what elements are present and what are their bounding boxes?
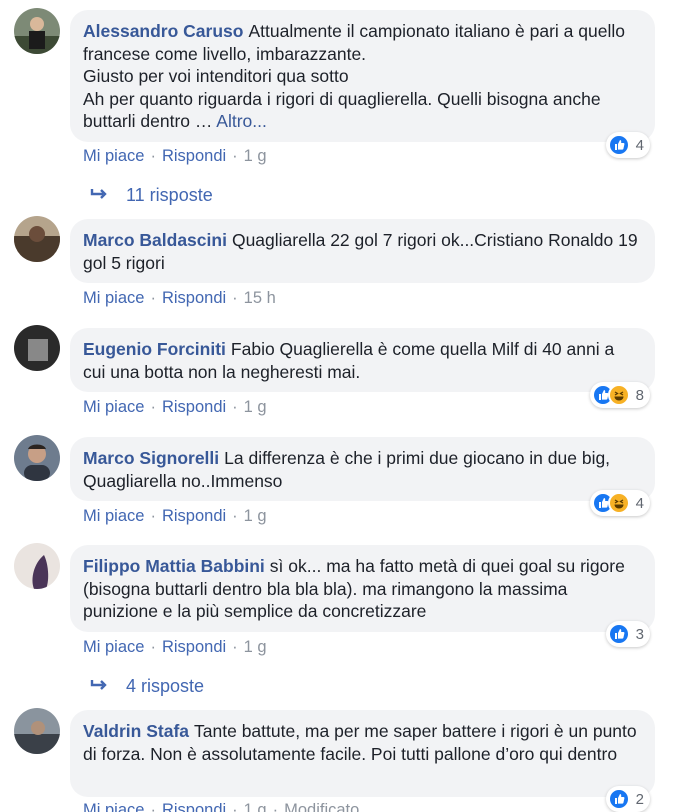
separator: · xyxy=(232,147,238,165)
like-reaction-icon xyxy=(607,788,630,810)
separator: · xyxy=(232,507,238,525)
separator: · xyxy=(150,147,156,165)
comment-actions: Mi piace · Rispondi · 1 g xyxy=(83,397,267,417)
avatar[interactable] xyxy=(14,325,60,371)
view-replies-link[interactable]: 11 risposte xyxy=(90,185,213,206)
like-button[interactable]: Mi piace xyxy=(83,398,144,416)
avatar[interactable] xyxy=(14,708,60,754)
separator: · xyxy=(150,801,156,812)
like-button[interactable]: Mi piace xyxy=(83,801,144,812)
separator: · xyxy=(272,801,279,812)
avatar[interactable] xyxy=(14,8,60,54)
see-more-link[interactable]: Altro... xyxy=(216,111,267,131)
comment-author[interactable]: Marco Signorelli xyxy=(83,448,219,468)
reply-button[interactable]: Rispondi xyxy=(162,638,226,656)
reaction-count: 3 xyxy=(635,625,644,643)
timestamp[interactable]: 1 g xyxy=(244,147,267,165)
comment-author[interactable]: Marco Baldascini xyxy=(83,230,227,250)
comment-actions: Mi piace · Rispondi · 1 g xyxy=(83,146,267,166)
timestamp[interactable]: 1 g xyxy=(244,638,267,656)
like-button[interactable]: Mi piace xyxy=(83,638,144,656)
comment-actions: Mi piace · Rispondi · 15 h xyxy=(83,288,276,308)
reply-button[interactable]: Rispondi xyxy=(162,801,226,812)
like-button[interactable]: Mi piace xyxy=(83,507,144,525)
reaction-count: 2 xyxy=(635,790,644,808)
reaction-summary[interactable]: 4 xyxy=(589,490,650,516)
comment-actions: Mi piace · Rispondi · 1 g xyxy=(83,506,267,526)
reply-button[interactable]: Rispondi xyxy=(162,398,226,416)
reaction-count: 4 xyxy=(635,494,644,512)
reply-button[interactable]: Rispondi xyxy=(162,289,226,307)
replies-label: 11 risposte xyxy=(126,185,213,205)
separator: · xyxy=(150,289,156,307)
comment-author[interactable]: Eugenio Forciniti xyxy=(83,339,226,359)
separator: · xyxy=(150,638,156,656)
comment-bubble: Marco Signorelli La differenza è che i pr… xyxy=(70,437,655,501)
comment-actions: Mi piace · Rispondi · 1 g · Modificato xyxy=(83,800,359,812)
reaction-count: 4 xyxy=(635,136,644,154)
reaction-summary[interactable]: 3 xyxy=(605,621,650,647)
timestamp[interactable]: 1 g xyxy=(244,398,267,416)
comment-bubble: Eugenio Forciniti Fabio Quaglierella è co… xyxy=(70,328,655,392)
view-replies-link[interactable]: 4 risposte xyxy=(90,676,204,697)
replies-label: 4 risposte xyxy=(126,676,205,696)
haha-reaction-icon xyxy=(607,384,630,406)
avatar[interactable] xyxy=(14,543,60,589)
separator: · xyxy=(150,398,156,416)
comment-author[interactable]: Valdrin Stafa xyxy=(83,721,189,741)
separator: · xyxy=(232,801,238,812)
reaction-summary[interactable]: 4 xyxy=(605,132,650,158)
like-button[interactable]: Mi piace xyxy=(83,289,144,307)
like-button[interactable]: Mi piace xyxy=(83,147,144,165)
avatar[interactable] xyxy=(14,216,60,262)
separator: · xyxy=(150,507,156,525)
reply-arrow-icon xyxy=(90,676,108,697)
reply-arrow-icon xyxy=(90,185,108,206)
reaction-count: 8 xyxy=(635,386,644,404)
reply-button[interactable]: Rispondi xyxy=(162,147,226,165)
like-reaction-icon xyxy=(607,134,630,156)
reply-button[interactable]: Rispondi xyxy=(162,507,226,525)
reaction-summary[interactable]: 8 xyxy=(589,382,650,408)
timestamp[interactable]: 15 h xyxy=(244,289,276,307)
comment-actions: Mi piace · Rispondi · 1 g xyxy=(83,637,267,657)
haha-reaction-icon xyxy=(607,492,630,514)
avatar[interactable] xyxy=(14,435,60,481)
like-reaction-icon xyxy=(607,623,630,645)
reaction-summary[interactable]: 2 xyxy=(605,786,650,812)
edited-label[interactable]: Modificato xyxy=(284,801,359,812)
comment-bubble: Filippo Mattia Babbini sì ok... ma ha fat… xyxy=(70,545,655,632)
comment-author[interactable]: Filippo Mattia Babbini xyxy=(83,556,265,576)
comment-bubble: Alessandro Caruso Attualmente il campiona… xyxy=(70,10,655,142)
timestamp[interactable]: 1 g xyxy=(244,801,267,812)
timestamp[interactable]: 1 g xyxy=(244,507,267,525)
comment-bubble: Valdrin Stafa Tante battute, ma per me sa… xyxy=(70,710,655,797)
separator: · xyxy=(232,398,238,416)
comment-bubble: Marco Baldascini Quagliarella 22 gol 7 ri… xyxy=(70,219,655,283)
separator: · xyxy=(232,638,238,656)
separator: · xyxy=(232,289,238,307)
comment-author[interactable]: Alessandro Caruso xyxy=(83,21,243,41)
